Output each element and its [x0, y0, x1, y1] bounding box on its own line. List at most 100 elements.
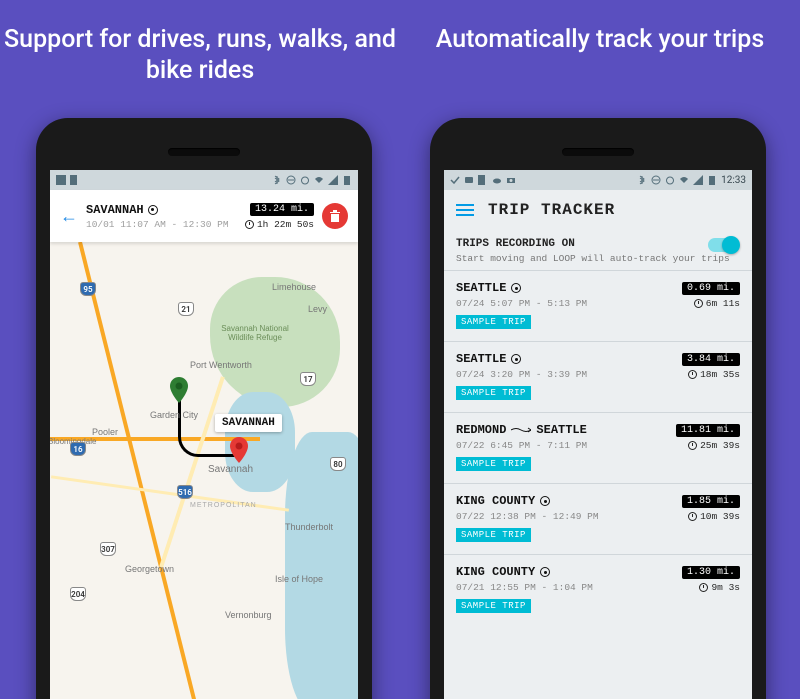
do-not-disturb-icon [286, 175, 296, 185]
trip-map[interactable]: SAVANNAH Limehouse Levy Savannah Nationa… [50, 242, 358, 699]
map-water-area-2 [285, 432, 358, 699]
bluetooth-icon [637, 175, 647, 185]
map-shield-us80: 80 [330, 457, 346, 471]
phone-frame-left: ← SAVANNAH 10/01 11:07 AM - 12:30 PM 13.… [36, 118, 372, 699]
caption-left: Support for drives, runs, walks, and bik… [0, 24, 400, 87]
trip-list-item[interactable]: KING COUNTY 1.85 mi. 07/22 12:38 PM - 12… [444, 483, 752, 554]
android-statusbar: 12:33 [444, 170, 752, 190]
route-arrow-icon [511, 427, 531, 433]
map-town-limehouse: Limehouse [272, 282, 316, 292]
map-shield-ga204: 204 [70, 587, 86, 601]
menu-button[interactable] [456, 204, 474, 216]
phone-screen-left: ← SAVANNAH 10/01 11:07 AM - 12:30 PM 13.… [50, 170, 358, 699]
signal-icon [693, 175, 703, 185]
trip-distance-badge: 3.84 mi. [682, 353, 740, 366]
signal-icon [328, 175, 338, 185]
delete-button[interactable] [322, 203, 348, 229]
map-town-thunderbolt: Thunderbolt [285, 522, 333, 532]
phone-speaker [168, 148, 240, 156]
battery-icon [342, 175, 352, 185]
target-icon [511, 283, 521, 293]
trip-place-name: SAVANNAH [86, 203, 144, 217]
trip-distance-badge: 13.24 mi. [250, 203, 314, 216]
target-icon [148, 205, 158, 215]
app-store-promo-background: Support for drives, runs, walks, and bik… [0, 0, 800, 699]
map-town-levy: Levy [308, 304, 327, 314]
battery-icon [707, 175, 717, 185]
map-town-garden-city: Garden City [150, 410, 198, 420]
map-start-pin [170, 377, 188, 403]
recording-status-bar: TRIPS RECORDING ON Start moving and LOOP… [444, 230, 752, 274]
map-label-wildlife: Savannah National Wildlife Refuge [220, 324, 290, 342]
sample-trip-tag: SAMPLE TRIP [456, 457, 531, 471]
trip-duration: 25m 39s [688, 440, 740, 451]
trip-from: SEATTLE [456, 281, 506, 295]
trash-icon [329, 209, 341, 223]
map-town-port-wentworth: Port Wentworth [190, 360, 252, 370]
wifi-icon [314, 175, 324, 185]
map-shield-i516: 516 [177, 485, 193, 499]
phone-screen-right: 12:33 TRIP TRACKER TRIPS RECORDING ON St… [444, 170, 752, 699]
trip-time: 07/22 12:38 PM - 12:49 PM [456, 511, 599, 522]
clock-icon [245, 220, 254, 229]
trip-place-line: SAVANNAH [86, 203, 237, 217]
trip-from: REDMOND [456, 423, 506, 437]
target-icon [511, 354, 521, 364]
recording-title: TRIPS RECORDING ON [456, 238, 740, 250]
map-shield-us17: 17 [300, 372, 316, 386]
status-check-icon [450, 175, 460, 185]
map-end-pin [230, 437, 248, 463]
caption-right: Automatically track your trips [400, 24, 800, 55]
clock-icon [688, 370, 697, 379]
phone-frame-right: 12:33 TRIP TRACKER TRIPS RECORDING ON St… [430, 118, 766, 699]
trip-from: SEATTLE [456, 352, 506, 366]
trip-list-item[interactable]: SEATTLE 3.84 mi. 07/24 3:20 PM - 3:39 PM… [444, 341, 752, 412]
alarm-icon [300, 175, 310, 185]
trip-list-item[interactable]: REDMOND SEATTLE 11.81 mi. 07/22 6:45 PM … [444, 412, 752, 483]
do-not-disturb-icon [651, 175, 661, 185]
recording-toggle[interactable] [708, 238, 738, 252]
sample-trip-tag: SAMPLE TRIP [456, 315, 531, 329]
status-camera-icon [506, 175, 516, 185]
map-callout[interactable]: SAVANNAH [215, 414, 282, 432]
sample-trip-tag: SAMPLE TRIP [456, 599, 531, 613]
trip-time: 07/21 12:55 PM - 1:04 PM [456, 582, 593, 593]
map-shield-i16: 16 [70, 442, 86, 456]
trip-list-item[interactable]: SEATTLE 0.69 mi. 07/24 5:07 PM - 5:13 PM… [444, 270, 752, 341]
trip-distance-badge: 1.85 mi. [682, 495, 740, 508]
trip-to: SEATTLE [536, 423, 586, 437]
map-town-savannah: Savannah [208, 464, 253, 475]
trip-time: 07/24 3:20 PM - 3:39 PM [456, 369, 587, 380]
status-sim-icon [478, 175, 488, 185]
trip-distance-badge: 1.30 mi. [682, 566, 740, 579]
bluetooth-icon [272, 175, 282, 185]
map-town-pooler: Pooler [92, 427, 118, 437]
clock-icon [688, 512, 697, 521]
map-shield-i95: 95 [80, 282, 96, 296]
back-arrow-icon[interactable]: ← [60, 206, 78, 227]
trip-duration: 9m 3s [699, 582, 740, 593]
map-shield-ga21: 21 [178, 302, 194, 316]
sample-trip-tag: SAMPLE TRIP [456, 386, 531, 400]
wifi-icon [679, 175, 689, 185]
trip-from: KING COUNTY [456, 494, 535, 508]
android-statusbar [50, 170, 358, 190]
statusbar-time: 12:33 [721, 175, 746, 186]
trip-duration: 1h 22m 50s [245, 219, 314, 230]
trip-duration: 10m 39s [688, 511, 740, 522]
recording-subtitle: Start moving and LOOP will auto-track yo… [456, 253, 740, 264]
clock-icon [688, 441, 697, 450]
trip-from: KING COUNTY [456, 565, 535, 579]
trip-list[interactable]: SEATTLE 0.69 mi. 07/24 5:07 PM - 5:13 PM… [444, 270, 752, 699]
status-cloud-icon [492, 175, 502, 185]
trip-list-item[interactable]: KING COUNTY 1.30 mi. 07/21 12:55 PM - 1:… [444, 554, 752, 625]
sample-trip-tag: SAMPLE TRIP [456, 528, 531, 542]
status-sim-icon [70, 175, 80, 185]
alarm-icon [665, 175, 675, 185]
trip-duration: 6m 11s [694, 298, 740, 309]
map-town-isle-of-hope: Isle of Hope [275, 574, 323, 584]
trip-distance-badge: 0.69 mi. [682, 282, 740, 295]
phone-speaker [562, 148, 634, 156]
map-town-georgetown: Georgetown [125, 564, 174, 574]
clock-icon [699, 583, 708, 592]
